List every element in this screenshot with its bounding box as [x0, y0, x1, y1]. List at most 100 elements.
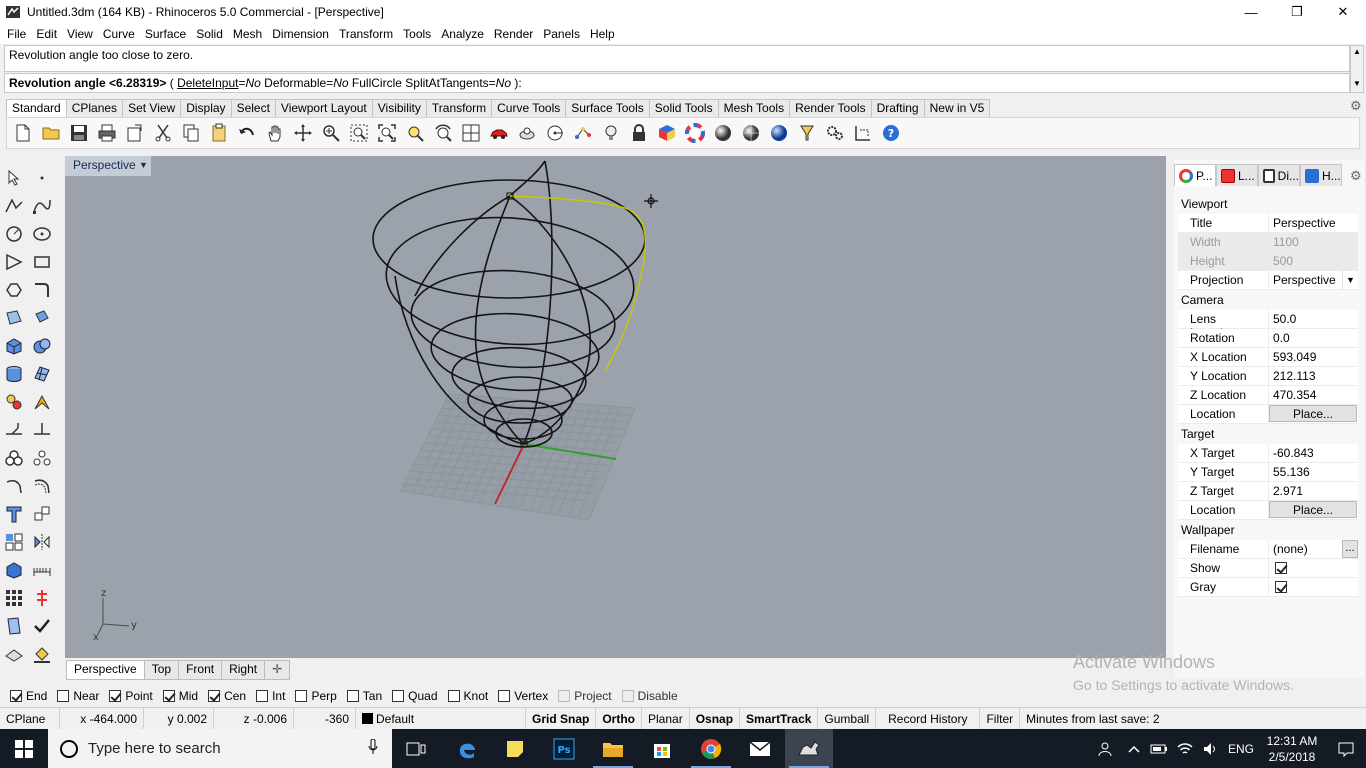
menu-panels[interactable]: Panels: [538, 27, 585, 41]
tab-viewport-layout[interactable]: Viewport Layout: [274, 99, 373, 117]
command-scrollbar[interactable]: ▲ ▼: [1350, 45, 1364, 93]
menu-dimension[interactable]: Dimension: [267, 27, 334, 41]
sticky-notes-icon[interactable]: [491, 729, 539, 768]
osnap-mid[interactable]: Mid: [162, 689, 198, 703]
mesh-icon[interactable]: [30, 362, 54, 386]
zoom-extents-icon[interactable]: [375, 121, 399, 145]
fillet-icon[interactable]: [30, 278, 54, 302]
options-gears-icon[interactable]: [823, 121, 847, 145]
tab-display[interactable]: Display: [180, 99, 232, 117]
tab-set-view[interactable]: Set View: [122, 99, 182, 117]
tab-mesh-tools[interactable]: Mesh Tools: [717, 99, 791, 117]
panel-gear-icon[interactable]: ⚙: [1350, 168, 1362, 184]
action-center-icon[interactable]: [1326, 741, 1366, 757]
select-arrow-icon[interactable]: [2, 166, 26, 190]
target-place-button[interactable]: Place...: [1269, 501, 1357, 518]
planar-toggle[interactable]: Planar: [642, 707, 690, 730]
photoshop-icon[interactable]: Ps: [540, 729, 588, 768]
ungroup-icon[interactable]: [30, 446, 54, 470]
polygon-icon[interactable]: [2, 278, 26, 302]
close-button[interactable]: ✕: [1320, 0, 1366, 24]
people-icon[interactable]: [1088, 741, 1122, 757]
menu-render[interactable]: Render: [489, 27, 538, 41]
menu-tools[interactable]: Tools: [398, 27, 436, 41]
edge-browser-icon[interactable]: [443, 729, 491, 768]
chevron-up-icon[interactable]: [1122, 745, 1146, 753]
toolbar-gear-icon[interactable]: ⚙: [1350, 99, 1364, 113]
scroll-up-icon[interactable]: ▲: [1351, 46, 1363, 58]
rotate-view-icon[interactable]: [291, 121, 315, 145]
taskbar-search[interactable]: Type here to search: [48, 729, 392, 768]
tab-layers[interactable]: L...: [1216, 164, 1258, 186]
osnap-near[interactable]: Near: [57, 689, 99, 703]
option-deleteinput[interactable]: DeleteInput=No: [177, 76, 261, 90]
paint-bucket-icon[interactable]: [30, 642, 54, 666]
tab-properties[interactable]: P...: [1174, 164, 1216, 186]
menu-file[interactable]: File: [2, 27, 31, 41]
current-layer[interactable]: Default: [356, 707, 526, 730]
z-target-field[interactable]: 2.971: [1268, 482, 1358, 501]
tab-solid-tools[interactable]: Solid Tools: [648, 99, 719, 117]
explode-icon[interactable]: [30, 502, 54, 526]
tab-help[interactable]: H...: [1300, 164, 1342, 186]
show-checkbox[interactable]: [1275, 562, 1287, 574]
grid-array-icon[interactable]: [2, 586, 26, 610]
group-icon[interactable]: [2, 446, 26, 470]
point-icon[interactable]: [30, 166, 54, 190]
osnap-cen[interactable]: Cen: [208, 689, 246, 703]
zoom-icon[interactable]: [319, 121, 343, 145]
cplane-label[interactable]: CPlane: [0, 707, 60, 730]
checkmark-icon[interactable]: [30, 614, 54, 638]
projection-select[interactable]: Perspective ▼: [1268, 271, 1358, 290]
vptab-front[interactable]: Front: [178, 660, 223, 680]
help-icon[interactable]: ?: [879, 121, 903, 145]
cut-icon[interactable]: [151, 121, 175, 145]
lock-icon[interactable]: [627, 121, 651, 145]
x-location-field[interactable]: 593.049: [1268, 348, 1358, 367]
osnap-center-icon[interactable]: [543, 121, 567, 145]
viewport-menu-chevron-icon[interactable]: ▼: [139, 160, 148, 170]
circle-icon[interactable]: [2, 222, 26, 246]
box-edit-icon[interactable]: [2, 558, 26, 582]
menu-surface[interactable]: Surface: [140, 27, 191, 41]
osnap-toggle[interactable]: Osnap: [690, 707, 741, 730]
tab-render-tools[interactable]: Render Tools: [789, 99, 872, 117]
camera-place-button[interactable]: Place...: [1269, 405, 1357, 422]
scroll-down-icon[interactable]: ▼: [1351, 78, 1363, 90]
analyze-icon[interactable]: [2, 614, 26, 638]
osnap-quad[interactable]: Quad: [392, 689, 438, 703]
osnap-perp[interactable]: Perp: [295, 689, 337, 703]
menu-edit[interactable]: Edit: [31, 27, 62, 41]
extrude-surface-icon[interactable]: [30, 306, 54, 330]
copy-icon[interactable]: [179, 121, 203, 145]
material-icon[interactable]: [655, 121, 679, 145]
tab-drafting[interactable]: Drafting: [870, 99, 925, 117]
clock[interactable]: 12:31 AM 2/5/2018: [1258, 733, 1326, 765]
shaded-sphere-icon[interactable]: [739, 121, 763, 145]
box-solid-icon[interactable]: [2, 334, 26, 358]
save-icon[interactable]: [67, 121, 91, 145]
offset-curve-icon[interactable]: [30, 474, 54, 498]
osnap-project[interactable]: Project: [558, 689, 612, 703]
light-bulb-icon[interactable]: [599, 121, 623, 145]
gray-checkbox[interactable]: [1275, 581, 1287, 593]
undo-icon[interactable]: [235, 121, 259, 145]
filter-toggle[interactable]: Filter: [980, 707, 1021, 730]
spotlight-icon[interactable]: [795, 121, 819, 145]
cylinder-icon[interactable]: [2, 362, 26, 386]
menu-analyze[interactable]: Analyze: [436, 27, 489, 41]
microphone-icon[interactable]: [368, 739, 378, 755]
zoom-selected-icon[interactable]: [403, 121, 427, 145]
minimize-button[interactable]: —: [1228, 0, 1274, 24]
y-location-field[interactable]: 212.113: [1268, 367, 1358, 386]
menu-help[interactable]: Help: [585, 27, 620, 41]
lens-length-field[interactable]: 50.0: [1268, 310, 1358, 329]
drafting-icon[interactable]: [2, 642, 26, 666]
z-location-field[interactable]: 470.354: [1268, 386, 1358, 405]
volume-icon[interactable]: [1198, 742, 1224, 756]
zoom-window-icon[interactable]: [347, 121, 371, 145]
array-icon[interactable]: [2, 530, 26, 554]
vptab-top[interactable]: Top: [143, 660, 180, 680]
mail-icon[interactable]: [736, 729, 784, 768]
store-icon[interactable]: [638, 729, 686, 768]
